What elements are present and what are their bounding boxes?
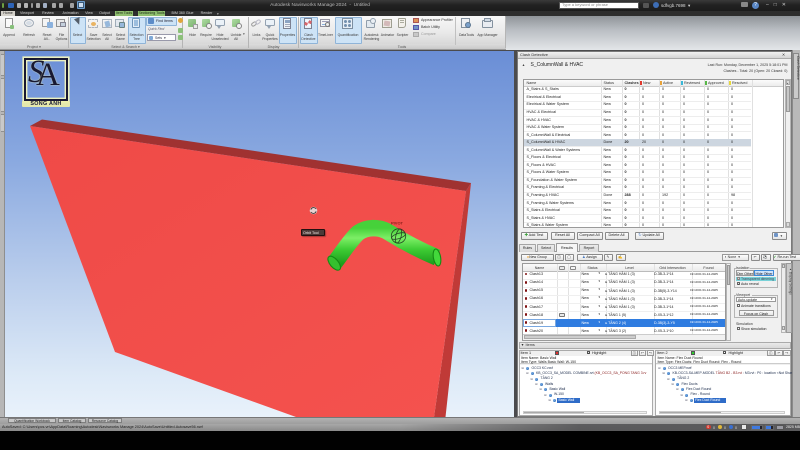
svg-text:PIVOT: PIVOT xyxy=(391,221,404,226)
